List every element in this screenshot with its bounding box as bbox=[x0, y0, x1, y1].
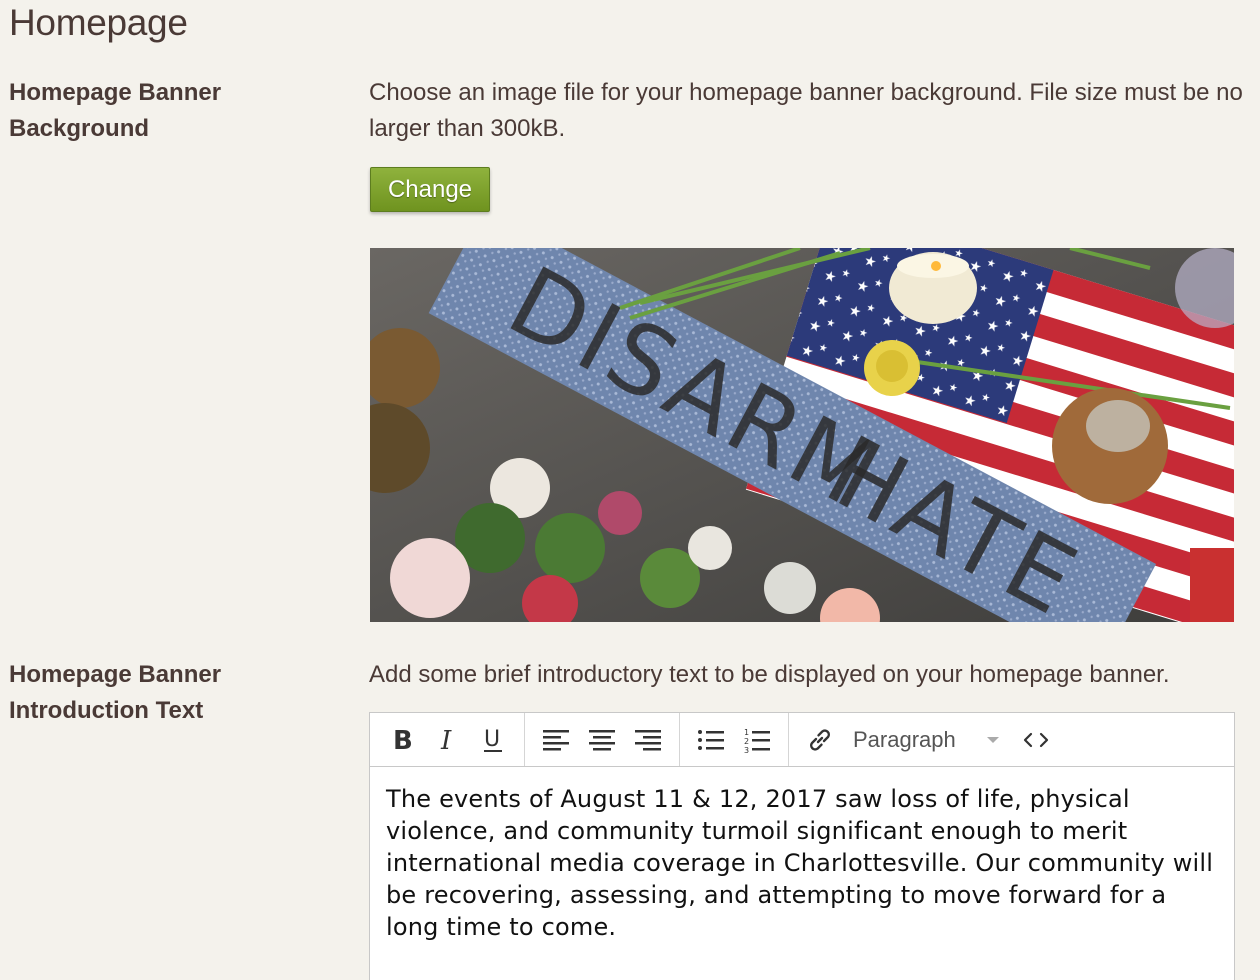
numbered-list-icon[interactable]: 123 bbox=[734, 720, 780, 760]
change-image-button[interactable]: Change bbox=[370, 167, 490, 212]
editor-toolbar: B I U 1 2 3 Paragraph bbox=[370, 713, 1234, 767]
format-select-value: Paragraph bbox=[853, 726, 956, 752]
code-icon[interactable] bbox=[1013, 720, 1059, 760]
bold-icon[interactable]: B bbox=[378, 720, 424, 760]
align-right-icon[interactable] bbox=[625, 720, 671, 760]
bullet-list-icon[interactable] bbox=[688, 720, 734, 760]
text-style-group: B I U bbox=[370, 713, 525, 766]
svg-text:3: 3 bbox=[744, 746, 749, 753]
settings-page: Homepage Homepage Banner Background Choo… bbox=[0, 0, 1260, 980]
svg-text:1: 1 bbox=[744, 728, 749, 737]
svg-text:U: U bbox=[484, 727, 500, 752]
link-icon[interactable] bbox=[797, 720, 843, 760]
rich-text-editor[interactable]: B I U 1 2 3 Paragraph The events of Augu… bbox=[369, 712, 1235, 980]
italic-icon[interactable]: I bbox=[424, 720, 470, 760]
svg-text:2: 2 bbox=[744, 737, 749, 746]
alignment-group bbox=[525, 713, 680, 766]
chevron-down-icon bbox=[987, 736, 999, 743]
align-center-icon[interactable] bbox=[579, 720, 625, 760]
intro-text-label: Homepage Banner Introduction Text bbox=[9, 661, 222, 724]
banner-image: ★ ★ bbox=[370, 248, 1234, 622]
intro-text-description: Add some brief introductory text to be d… bbox=[369, 661, 1170, 688]
list-group: 123 bbox=[680, 713, 789, 766]
banner-image-preview: ★ ★ bbox=[370, 248, 1234, 622]
editor-content[interactable]: The events of August 11 & 12, 2017 saw l… bbox=[370, 767, 1234, 959]
align-left-icon[interactable] bbox=[533, 720, 579, 760]
underline-icon[interactable]: U bbox=[470, 720, 516, 760]
page-title: Homepage bbox=[9, 2, 188, 43]
svg-text:B: B bbox=[393, 727, 412, 753]
banner-background-description: Choose an image file for your homepage b… bbox=[369, 79, 1243, 142]
paragraph-format-select[interactable]: Paragraph bbox=[843, 720, 1013, 760]
insert-format-group: Paragraph bbox=[789, 713, 1067, 766]
banner-background-label: Homepage Banner Background bbox=[9, 79, 222, 142]
svg-text:I: I bbox=[440, 727, 452, 753]
